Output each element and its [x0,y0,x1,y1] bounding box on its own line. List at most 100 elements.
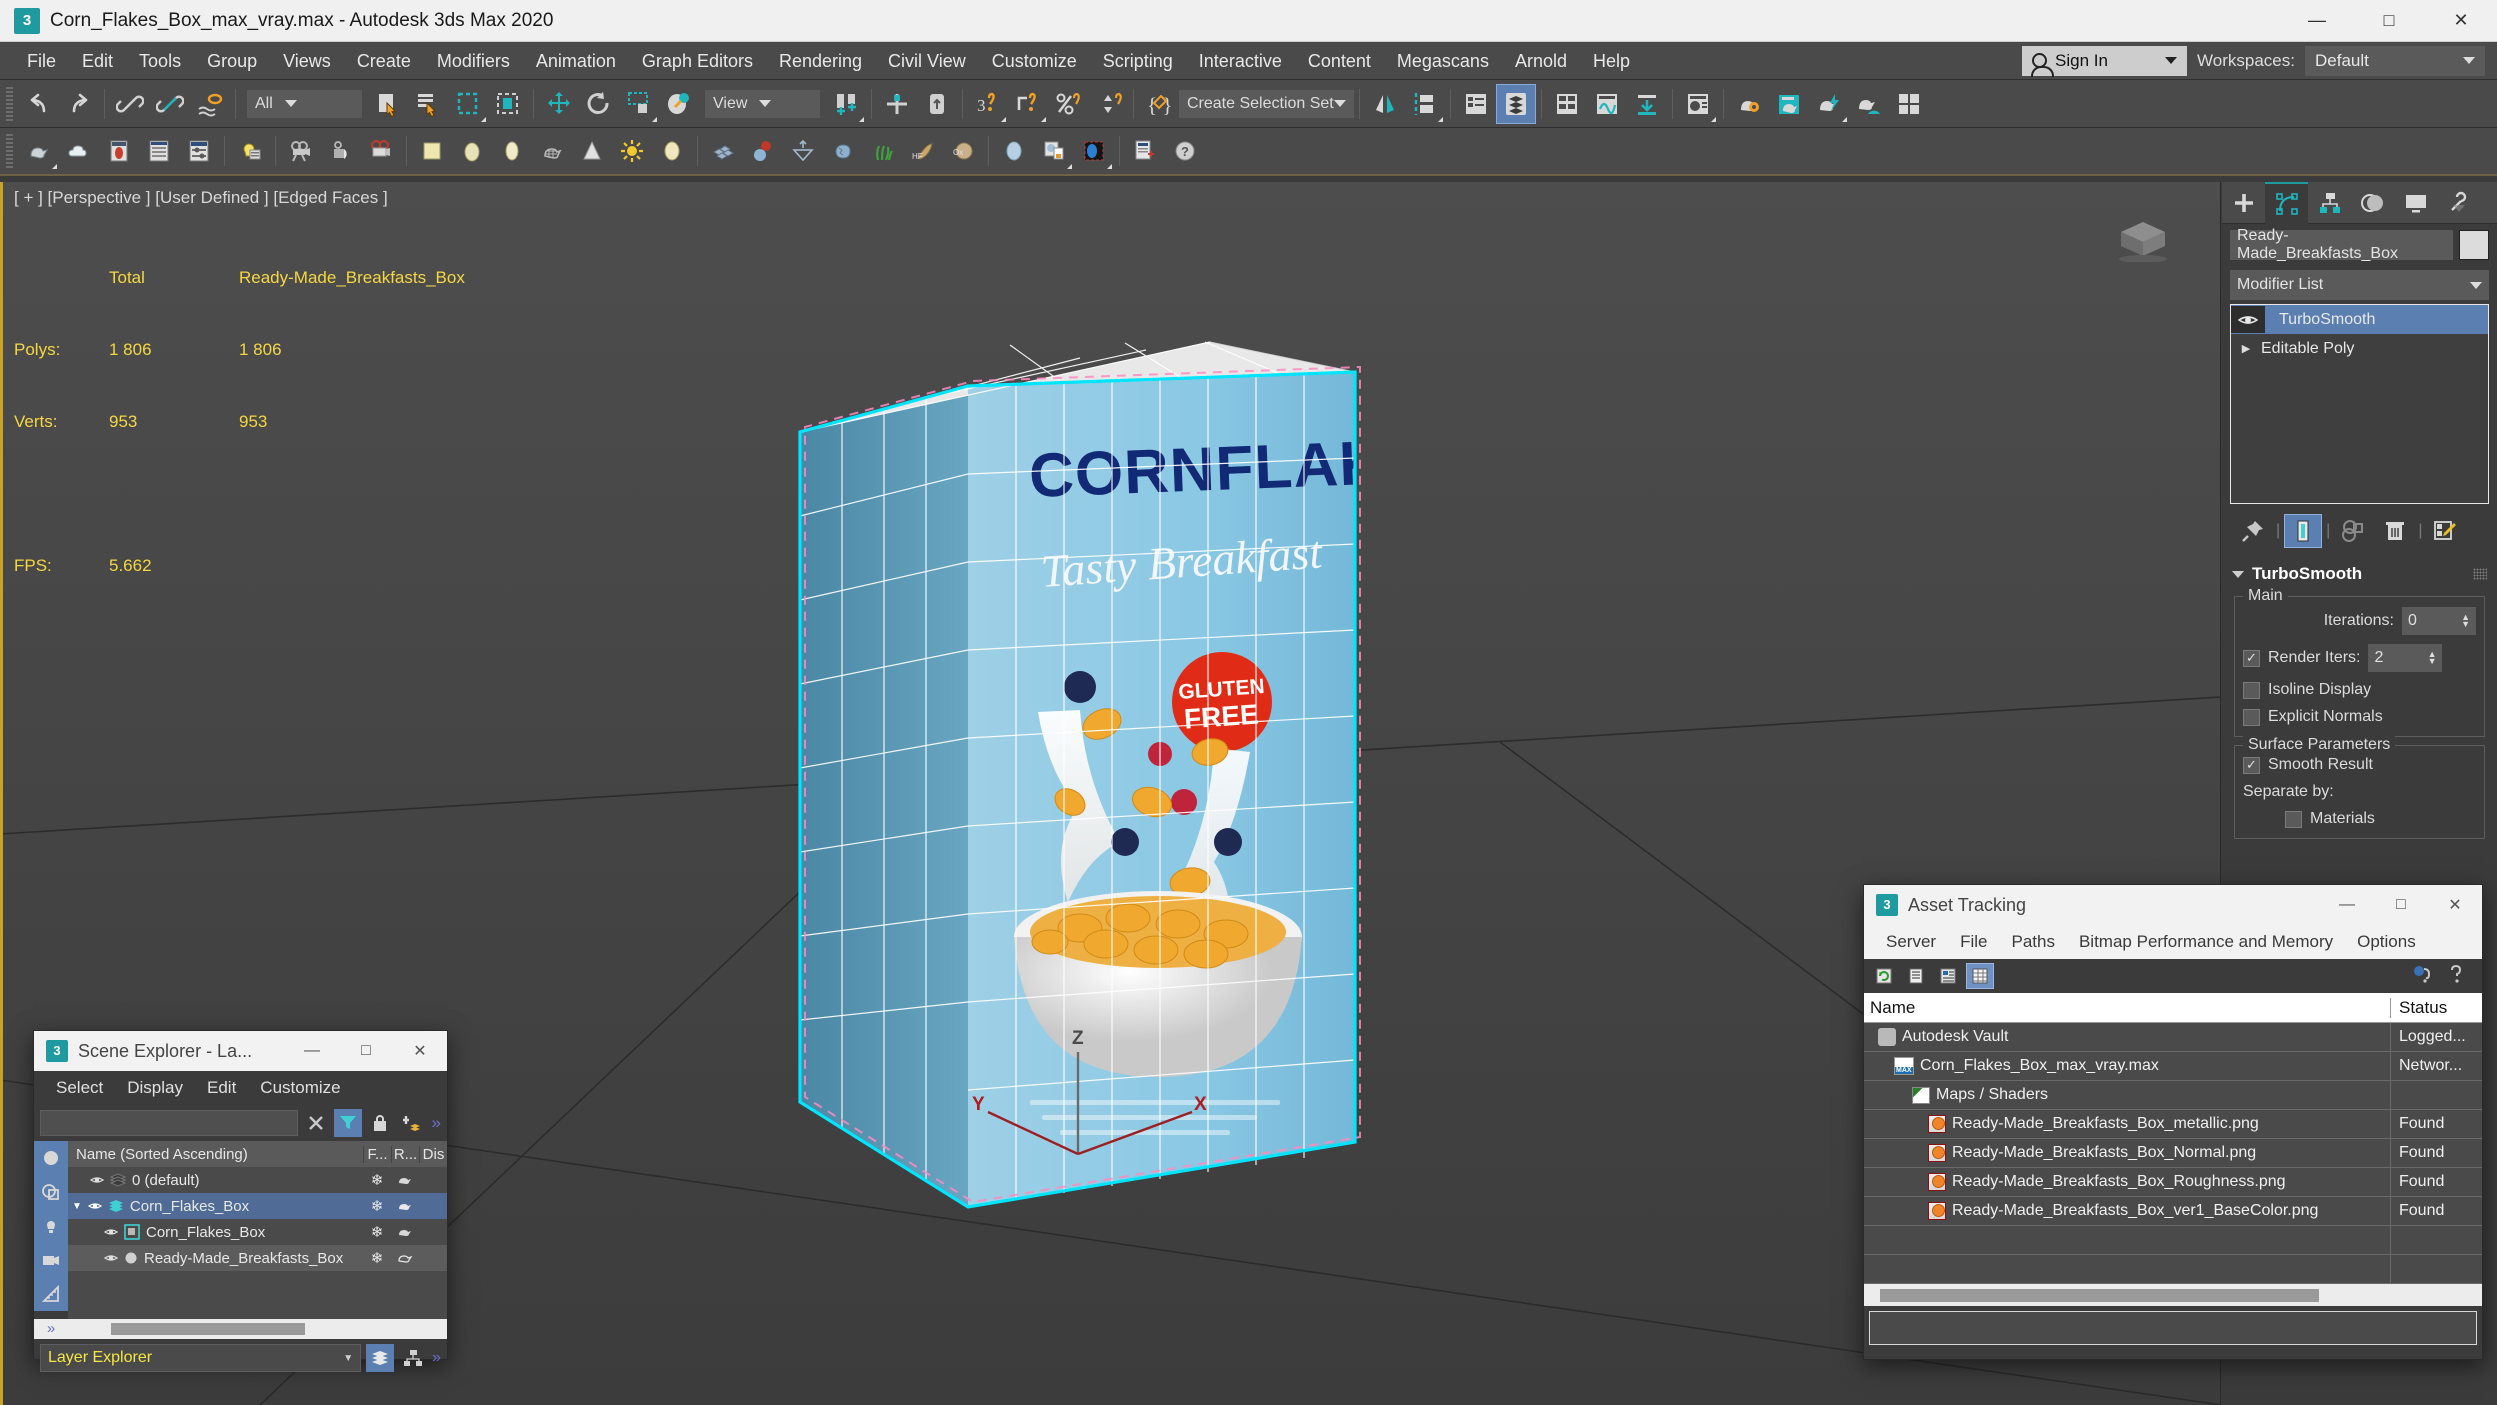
named-selection-sets-icon[interactable]: { } [1139,84,1179,124]
sun-light-icon[interactable] [612,131,652,171]
viewport-label[interactable]: [ + ] [Perspective ] [User Defined ] [Ed… [14,188,388,208]
schematic-view-icon[interactable] [1627,84,1667,124]
scene-explorer-toggle-icon[interactable] [1496,83,1536,124]
compound-object-icon[interactable] [743,131,783,171]
material-editor-icon[interactable] [1678,84,1718,124]
toolbar-grip[interactable] [6,134,13,168]
menu-options[interactable]: Options [2345,932,2428,952]
cereal-box-model[interactable]: CORNFLAKES Tasty Breakfast GLUTEN FREE Z… [780,282,1440,1282]
asset-row-empty[interactable] [1864,1225,2482,1255]
menu-animation[interactable]: Animation [523,42,629,80]
workspaces-select[interactable]: Default [2305,45,2485,76]
horizontal-scrollbar[interactable] [1864,1284,2482,1306]
menu-paths[interactable]: Paths [1999,932,2066,952]
search-input[interactable] [40,1110,298,1136]
vray-light-icon[interactable] [1074,131,1114,171]
renderable-icon[interactable] [391,1250,419,1267]
select-and-place-icon[interactable] [659,84,699,124]
curve-editor-icon[interactable] [1587,84,1627,124]
renderable-icon[interactable] [391,1224,419,1241]
utilities-tab[interactable] [2437,182,2480,224]
scene-tree-row[interactable]: ▼ Corn_Flakes_Box ❄ [68,1193,447,1219]
collapse-triangle-icon[interactable]: ▼ [72,1201,82,1212]
ox-hair-icon[interactable]: Ox [943,131,983,171]
menu-customize[interactable]: Customize [979,42,1090,80]
undo-button[interactable] [19,84,59,124]
renderable-icon[interactable] [391,1172,419,1189]
column-status[interactable]: Status [2390,997,2482,1018]
minimize-icon[interactable]: — [2320,885,2374,925]
eye-icon[interactable] [87,1200,102,1212]
menu-file[interactable]: File [1948,932,1999,952]
redo-button[interactable] [59,84,99,124]
modifier-stack-item-turbosmooth[interactable]: TurboSmooth [2231,305,2488,334]
grass-object-icon[interactable] [863,131,903,171]
box-primitive-icon[interactable] [412,131,452,171]
maximize-icon[interactable]: □ [2353,0,2425,42]
menu-rendering[interactable]: Rendering [766,42,875,80]
menu-views[interactable]: Views [270,42,344,80]
menu-edit[interactable]: Edit [195,1078,248,1098]
snap-toggle-icon[interactable] [877,84,917,124]
window-crossing-toggle-icon[interactable] [488,84,528,124]
scene-explorer-window[interactable]: 3 Scene Explorer - La... — □ ✕ Select Di… [33,1030,448,1372]
help-web-icon[interactable] [2412,964,2432,989]
list-view-icon[interactable] [1902,963,1930,989]
noise-object-icon[interactable] [823,131,863,171]
smooth-result-checkbox[interactable]: ✓ [2243,756,2260,774]
mirror-icon[interactable] [1008,84,1048,124]
bind-to-space-warp-icon[interactable] [190,84,230,124]
array-icon[interactable] [703,131,743,171]
renderable-icon[interactable] [391,1198,419,1215]
menu-content[interactable]: Content [1295,42,1384,80]
object-name-field[interactable]: Ready-Made_Breakfasts_Box [2230,227,2453,262]
overflow-icon[interactable]: » [432,1113,441,1133]
column-name[interactable]: Name [1864,998,2390,1018]
menu-arnold[interactable]: Arnold [1502,42,1580,80]
sphere-primitive-icon[interactable] [452,131,492,171]
render-preview-icon[interactable] [99,131,139,171]
menu-civil-view[interactable]: Civil View [875,42,979,80]
render-to-texture-icon[interactable] [1889,84,1929,124]
toggle-scene-explorer-icon[interactable] [1547,84,1587,124]
create-tab[interactable] [2222,182,2265,224]
viewcube-icon[interactable] [2111,210,2175,262]
remove-modifier-icon[interactable] [2376,514,2414,548]
menu-create[interactable]: Create [344,42,424,80]
overflow-icon[interactable]: » [34,1311,68,1345]
menu-graph-editors[interactable]: Graph Editors [629,42,766,80]
menu-help[interactable]: Help [1580,42,1643,80]
motion-tab[interactable] [2351,182,2394,224]
render-iters-checkbox[interactable]: ✓ [2243,649,2260,667]
render-production-icon[interactable] [1809,84,1849,124]
explorer-mode-combo[interactable]: Layer Explorer ▼ [40,1344,362,1372]
modifier-stack-item-editable-poly[interactable]: ▶ Editable Poly [2231,334,2488,363]
select-and-rotate-icon[interactable] [579,84,619,124]
selection-filter-dropdown[interactable]: All [247,89,362,118]
close-icon[interactable]: ✕ [393,1031,447,1071]
scrollbar-thumb[interactable] [110,1323,306,1335]
column-display[interactable]: Dis [419,1145,447,1163]
frozen-icon[interactable]: ❄ [363,1249,391,1267]
eye-icon[interactable] [104,1252,118,1264]
modifier-list-dropdown[interactable]: Modifier List [2230,270,2489,300]
filter-lights-icon[interactable] [34,1209,68,1243]
select-and-move-icon[interactable] [539,84,579,124]
hierarchy-view-icon[interactable] [399,1344,427,1372]
show-end-result-icon[interactable] [2284,514,2323,548]
overflow-icon[interactable]: » [432,1349,441,1367]
angle-snap-toggle-icon[interactable] [917,84,957,124]
scrollbar-thumb[interactable] [1880,1288,2320,1302]
lock-icon[interactable] [366,1109,394,1137]
help-icon[interactable] [2446,964,2466,989]
minimize-icon[interactable]: — [2281,0,2353,42]
teapot-primitive-icon[interactable] [532,131,572,171]
asset-row[interactable]: Corn_Flakes_Box_max_vray.max Networ... [1864,1051,2482,1081]
column-name[interactable]: Name (Sorted Ascending) [68,1146,363,1163]
object-color-swatch[interactable] [2459,230,2489,260]
rendered-frame-window-icon[interactable] [1769,84,1809,124]
scene-tree[interactable]: Name (Sorted Ascending) F... R... Dis 0 … [68,1141,447,1319]
reference-coordinate-dropdown[interactable]: View [705,89,820,118]
menu-modifiers[interactable]: Modifiers [424,42,523,80]
refresh-icon[interactable] [1870,963,1898,989]
